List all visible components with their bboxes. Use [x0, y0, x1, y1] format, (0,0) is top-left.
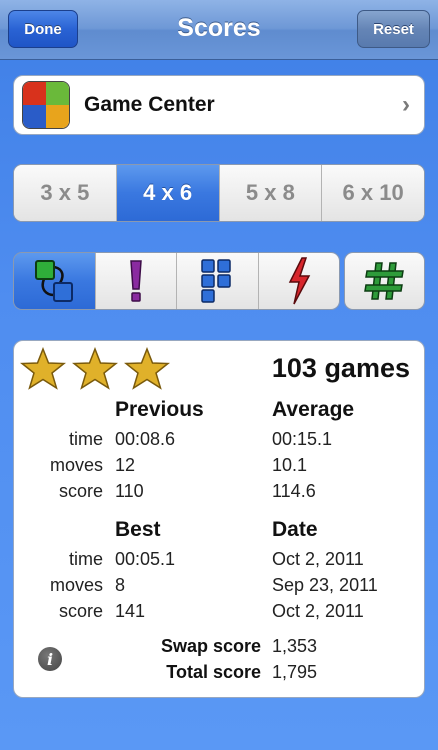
stats-panel: 103 games Previous Average time moves sc… — [13, 340, 425, 698]
average-time: 00:15.1 — [272, 429, 333, 449]
swap-score-label: Swap score — [160, 636, 261, 656]
exclamation-mode-icon — [129, 260, 142, 302]
date-time: Oct 2, 2011 — [272, 549, 364, 569]
date-header: Date — [272, 518, 318, 541]
average-header: Average — [272, 398, 355, 421]
best-moves: 8 — [115, 575, 126, 595]
star-icon — [20, 347, 66, 390]
size-option-5x8[interactable]: 5 x 8 — [218, 165, 322, 221]
best-score: 141 — [115, 601, 146, 621]
total-score-value: 1,795 — [272, 662, 318, 682]
game-center-label: Game Center — [84, 93, 215, 116]
previous-moves: 12 — [115, 455, 136, 475]
date-moves: Sep 23, 2011 — [272, 575, 378, 595]
best-time: 00:05.1 — [115, 549, 176, 569]
previous-header: Previous — [115, 398, 204, 421]
moves-label: moves — [49, 575, 103, 595]
time-label: time — [68, 429, 103, 449]
date-score: Oct 2, 2011 — [272, 601, 364, 621]
star-icon — [72, 347, 118, 390]
blocks-mode-icon — [201, 259, 231, 303]
total-score-label: Total score — [166, 662, 261, 682]
game-center-row[interactable]: Game Center › — [13, 75, 425, 135]
swap-mode-icon — [35, 260, 74, 302]
mode-option-exclamation[interactable] — [94, 253, 176, 309]
moves-label: moves — [49, 455, 103, 475]
size-option-4x6[interactable]: 4 x 6 — [115, 165, 219, 221]
games-count: 103 games — [271, 353, 410, 383]
mode-option-blocks[interactable] — [176, 253, 258, 309]
lightning-mode-icon — [288, 257, 311, 305]
score-label: score — [58, 481, 103, 501]
star-icon — [124, 347, 170, 390]
score-label: score — [58, 601, 103, 621]
best-header: Best — [115, 518, 161, 541]
time-label: time — [68, 549, 103, 569]
previous-score: 110 — [115, 481, 144, 501]
nav-bar: Done Scores Reset — [0, 0, 438, 60]
size-option-6x10[interactable]: 6 x 10 — [321, 165, 424, 221]
chevron-right-icon: › — [402, 91, 410, 118]
star-rating — [20, 347, 170, 391]
hash-icon — [363, 262, 404, 300]
info-icon[interactable]: i — [38, 647, 62, 671]
hash-button[interactable] — [344, 252, 425, 310]
swap-score-value: 1,353 — [272, 636, 318, 656]
game-center-icon — [22, 81, 70, 129]
previous-time: 00:08.6 — [115, 429, 176, 449]
mode-option-swap[interactable] — [14, 253, 95, 309]
average-moves: 10.1 — [272, 455, 308, 475]
reset-button[interactable]: Reset — [357, 10, 430, 48]
size-option-3x5[interactable]: 3 x 5 — [14, 165, 116, 221]
mode-option-lightning[interactable] — [257, 253, 339, 309]
average-score: 114.6 — [272, 481, 316, 501]
mode-segmented-control — [13, 252, 340, 310]
size-segmented-control: 3 x 5 4 x 6 5 x 8 6 x 10 — [13, 164, 425, 222]
